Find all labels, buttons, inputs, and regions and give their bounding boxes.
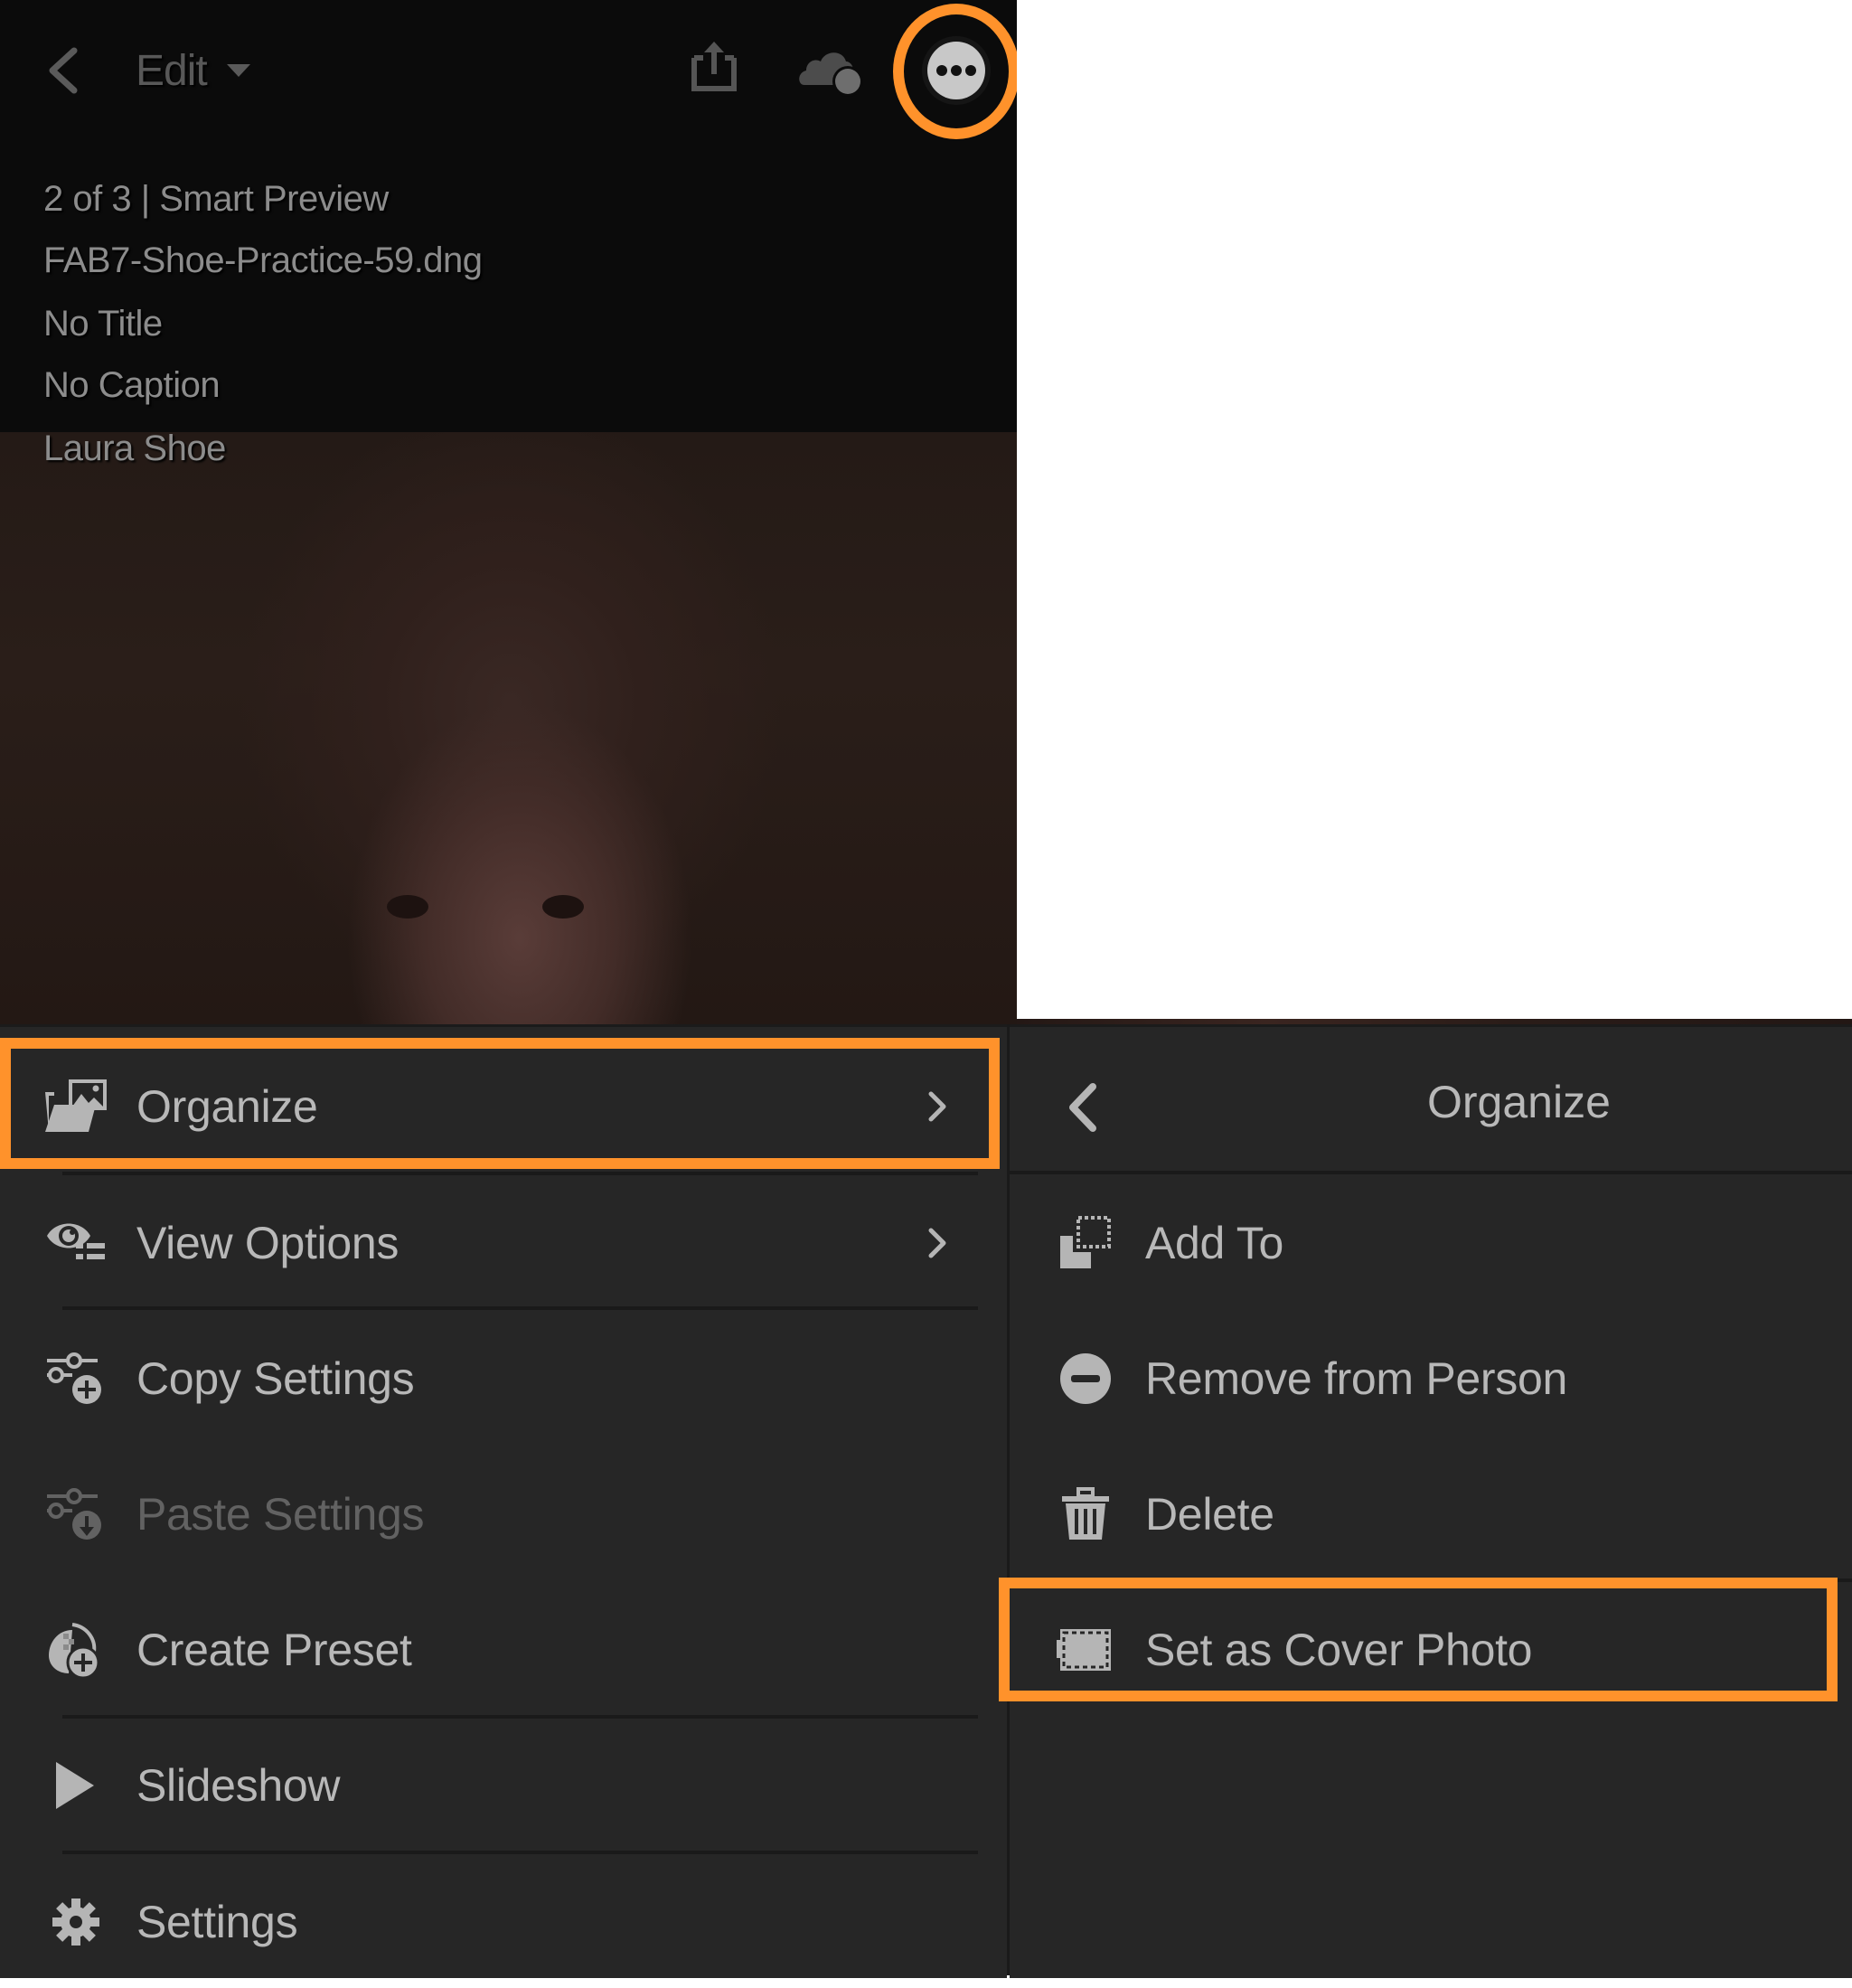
menu-divider (62, 1172, 978, 1175)
play-icon (45, 1755, 107, 1816)
menu-item-copy-settings[interactable]: Copy Settings (0, 1313, 1007, 1445)
create-preset-icon (45, 1619, 107, 1681)
back-button[interactable] (40, 43, 85, 98)
top-toolbar: Edit (0, 0, 1017, 145)
submenu-back-button[interactable] (1064, 1081, 1104, 1134)
trash-icon (1055, 1484, 1116, 1545)
blank-area (1017, 0, 1852, 1019)
photo-caption: No Caption (43, 365, 221, 405)
photo-preview[interactable] (0, 432, 1017, 1026)
photo-viewer: Edit 2 of 3 | Smart Preview FAB7-Shoe-Pr… (0, 0, 1017, 1026)
chevron-right-icon (928, 1228, 946, 1258)
photo-detail (387, 895, 428, 919)
copy-settings-icon (45, 1348, 107, 1409)
menu-label: Paste Settings (136, 1489, 425, 1540)
menu-label: View Options (136, 1218, 400, 1268)
menu-label: Settings (136, 1897, 298, 1947)
menu-label: Slideshow (136, 1760, 341, 1811)
submenu-item-delete[interactable]: Delete (1010, 1448, 1852, 1580)
chevron-left-icon (1069, 1083, 1096, 1132)
mode-dropdown[interactable]: Edit (136, 42, 252, 99)
menu-item-slideshow[interactable]: Slideshow (0, 1719, 1007, 1851)
mode-label: Edit (136, 46, 208, 95)
submenu-item-add-to[interactable]: Add To (1010, 1177, 1852, 1309)
share-icon (691, 42, 737, 91)
menu-divider (62, 1715, 978, 1719)
gear-icon (45, 1891, 107, 1953)
submenu-item-remove-from-person[interactable]: Remove from Person (1010, 1313, 1852, 1445)
cloud-sync-button[interactable] (797, 45, 870, 98)
menu-item-create-preset[interactable]: Create Preset (0, 1584, 1007, 1716)
menu-label: Create Preset (136, 1625, 412, 1675)
photo-title: No Title (43, 304, 163, 344)
menu-item-paste-settings[interactable]: Paste Settings (0, 1448, 1007, 1580)
view-options-eye-icon (45, 1212, 107, 1274)
submenu-header: Organize (1010, 1038, 1852, 1170)
highlight-ring-annotation (893, 4, 1017, 139)
share-button[interactable] (689, 40, 739, 94)
submenu-divider (1010, 1171, 1852, 1174)
menu-label: Copy Settings (136, 1353, 415, 1404)
chevron-left-icon (49, 47, 78, 94)
photo-filename: FAB7-Shoe-Practice-59.dng (43, 240, 483, 280)
submenu-title: Organize (1427, 1077, 1611, 1127)
menu-divider (62, 1851, 978, 1854)
photo-copyright: Laura Shoe (43, 429, 226, 468)
photo-detail (542, 895, 584, 919)
photo-position: 2 of 3 | Smart Preview (43, 179, 389, 219)
highlight-box-annotation (999, 1578, 1838, 1701)
highlight-box-annotation (0, 1038, 1000, 1169)
organize-submenu: Organize Add To Remove from Person Delet… (1010, 1024, 1852, 1978)
main-menu: Organize View Options Copy Settings Past… (0, 1024, 1007, 1978)
submenu-label: Remove from Person (1145, 1353, 1567, 1404)
paste-settings-icon (45, 1484, 107, 1545)
add-to-album-icon (1055, 1212, 1116, 1274)
menu-divider (62, 1306, 978, 1310)
menu-item-view-options[interactable]: View Options (0, 1177, 1007, 1309)
remove-circle-icon (1055, 1348, 1116, 1409)
menu-item-settings[interactable]: Settings (0, 1856, 1007, 1988)
cloud-sync-icon (799, 52, 863, 97)
submenu-label: Add To (1145, 1218, 1283, 1268)
caret-down-icon (226, 64, 250, 77)
submenu-label: Delete (1145, 1489, 1274, 1540)
